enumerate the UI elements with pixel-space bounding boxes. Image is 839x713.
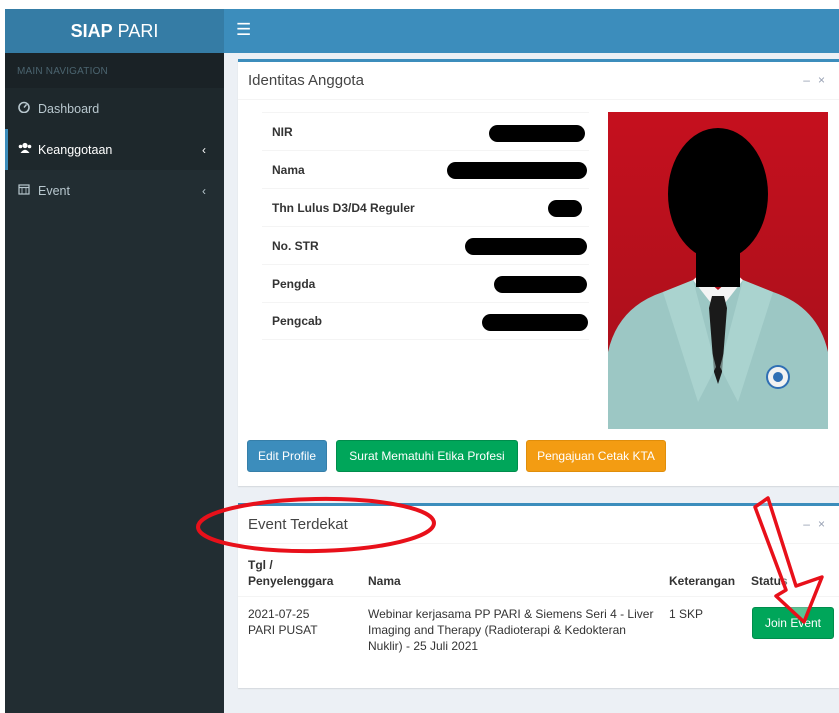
close-icon[interactable]: × — [818, 73, 833, 87]
edit-profile-button[interactable]: Edit Profile — [247, 440, 327, 472]
column-header-tgl: Tgl / Penyelenggara — [248, 557, 333, 589]
column-header-nama: Nama — [368, 574, 401, 588]
dashboard-icon — [18, 101, 36, 116]
column-header-status: Status — [751, 574, 788, 588]
chevron-left-icon: ‹ — [202, 183, 206, 198]
brand-rest: PARI — [117, 20, 159, 41]
bars-icon[interactable]: ☰ — [236, 21, 251, 38]
identity-table: NIR Nama Thn Lulus D3/D4 Reguler No. STR… — [262, 112, 589, 340]
box-title: Event Terdekat — [248, 516, 348, 533]
redaction — [494, 276, 587, 293]
field-label: Pengcab — [272, 314, 323, 328]
box-title: Identitas Anggota — [248, 72, 364, 89]
redaction — [482, 314, 588, 331]
sidebar-item-event[interactable]: Event ‹ — [5, 170, 224, 211]
sidebar-item-keanggotaan[interactable]: Keanggotaan ‹ — [5, 129, 224, 170]
profile-photo — [608, 112, 828, 429]
minimize-icon[interactable]: – — [803, 517, 818, 531]
sidebar-item-label: Keanggotaan — [38, 142, 113, 157]
identity-box: Identitas Anggota –× NIR Nama Thn Lulus … — [238, 59, 839, 486]
pengajuan-kta-button[interactable]: Pengajuan Cetak KTA — [526, 440, 666, 472]
surat-etika-button[interactable]: Surat Mematuhi Etika Profesi — [336, 440, 518, 472]
sidebar-item-label: Event — [38, 183, 70, 198]
field-label: Thn Lulus D3/D4 Reguler — [272, 200, 415, 215]
sidebar-item-dashboard[interactable]: Dashboard — [5, 88, 224, 129]
redaction — [447, 162, 587, 179]
box-tools: –× — [803, 73, 833, 87]
table-row: No. STR — [262, 226, 589, 264]
users-icon — [18, 142, 36, 157]
sidebar-header: MAIN NAVIGATION — [5, 53, 224, 88]
top-navbar: ☰ — [224, 9, 839, 53]
event-date-organizer: 2021-07-25 PARI PUSAT — [248, 606, 318, 638]
table-row: Thn Lulus D3/D4 Reguler — [262, 188, 589, 226]
redaction — [465, 238, 587, 255]
brand-bold: SIAP — [70, 20, 113, 41]
event-keterangan: 1 SKP — [669, 607, 704, 621]
table-row: Nama — [262, 150, 589, 188]
header-line: Penyelenggara — [248, 574, 334, 588]
app-window: SIAP PARI ☰ MAIN NAVIGATION Dashboard Ke… — [0, 0, 839, 713]
event-box-header: Event Terdekat –× — [238, 506, 839, 544]
top-strip — [0, 0, 839, 9]
event-name-line: Nuklir) - 25 Juli 2021 — [368, 639, 479, 653]
join-event-button[interactable]: Join Event — [752, 607, 834, 639]
box-tools: –× — [803, 517, 833, 531]
table-row: Pengcab — [262, 302, 589, 340]
field-label: No. STR — [272, 238, 319, 253]
redaction — [489, 125, 585, 142]
content-area: Identitas Anggota –× NIR Nama Thn Lulus … — [224, 53, 839, 713]
event-organizer: PARI PUSAT — [248, 623, 318, 637]
field-label: Nama — [272, 162, 305, 177]
event-name-line: Webinar kerjasama PP PARI & Siemens Seri… — [368, 607, 654, 621]
brand-logo[interactable]: SIAP PARI — [5, 9, 224, 53]
event-date: 2021-07-25 — [248, 607, 310, 621]
table-row: NIR — [262, 112, 589, 150]
column-header-keterangan: Keterangan — [669, 574, 736, 588]
header-line: Tgl / — [248, 558, 273, 572]
event-name: Webinar kerjasama PP PARI & Siemens Seri… — [368, 606, 668, 654]
field-label: Pengda — [272, 276, 316, 291]
close-icon[interactable]: × — [818, 517, 833, 531]
event-box: Event Terdekat –× Tgl / Penyelenggara Na… — [238, 503, 839, 688]
identity-box-header: Identitas Anggota –× — [238, 62, 839, 100]
chevron-left-icon: ‹ — [202, 142, 206, 157]
table-row: Pengda — [262, 264, 589, 302]
sidebar: MAIN NAVIGATION Dashboard Keanggotaan ‹ … — [5, 53, 224, 713]
sidebar-item-label: Dashboard — [38, 101, 100, 116]
event-name-line: Imaging and Therapy (Radioterapi & Kedok… — [368, 623, 626, 637]
redaction — [548, 200, 582, 217]
field-label: NIR — [272, 124, 293, 139]
minimize-icon[interactable]: – — [803, 73, 818, 87]
calendar-icon — [18, 183, 36, 198]
table-row — [238, 596, 839, 597]
